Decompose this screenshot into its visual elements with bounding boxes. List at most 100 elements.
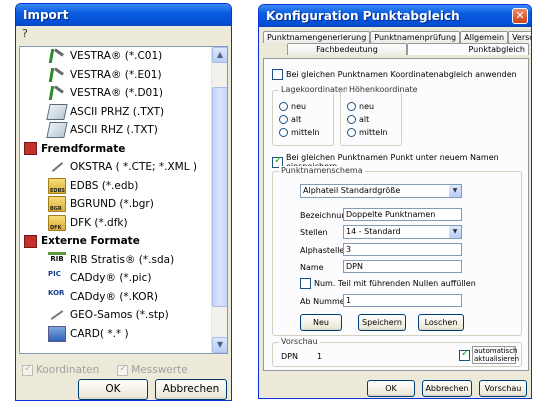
nullen-checkbox[interactable]: Num. Teil mit führenden Nullen auffüllen <box>300 278 476 289</box>
list-item-label: RIB Stratis® (*.sda) <box>70 253 175 266</box>
hoehe-alt-radio[interactable]: alt <box>347 113 388 126</box>
scroll-down-button[interactable]: ▼ <box>212 337 227 353</box>
konf-title: Konfiguration Punktabgleich ✕ <box>259 5 531 27</box>
list-item[interactable]: ASCII PRHZ (.TXT) <box>20 103 212 122</box>
list-scrollbar[interactable]: ▲ ▼ <box>211 47 227 353</box>
folder-edbs-icon <box>48 177 66 194</box>
list-group-header[interactable]: Fremdformate <box>20 140 212 159</box>
stellen-select[interactable]: 14 - Standard ▼ <box>343 225 462 239</box>
vestra-icon <box>48 48 66 64</box>
koordabgleich-label: Bei gleichen Punktnamen Koordinatenabgle… <box>286 70 517 79</box>
list-item-label: VESTRA® (*.E01) <box>70 68 162 81</box>
konf-title-text: Konfiguration Punktabgleich <box>266 9 460 23</box>
folder-dfk-icon <box>48 214 66 231</box>
hoehe-alt-label: alt <box>359 115 370 124</box>
koordabgleich-checkbox[interactable]: Bei gleichen Punktnamen Koordinatenabgle… <box>272 69 517 80</box>
konf-cancel-button[interactable]: Abbrechen <box>422 380 472 397</box>
lage-neu-radio[interactable]: neu <box>279 100 320 113</box>
vorschau-name: DPN <box>281 352 298 361</box>
list-item[interactable]: VESTRA® (*.E01) <box>20 66 212 85</box>
cancel-button[interactable]: Abbrechen <box>155 379 227 400</box>
bez-field[interactable]: Doppelte Punktnamen <box>343 208 462 221</box>
konfiguration-dialog: Konfiguration Punktabgleich ✕ Punktnamen… <box>258 4 532 399</box>
loeschen-button[interactable]: Loschen <box>418 314 464 331</box>
list-group-header[interactable]: Externe Formate <box>20 232 212 251</box>
list-item[interactable]: VESTRA® (*.D01) <box>20 84 212 103</box>
lage-alt-radio[interactable]: alt <box>279 113 320 126</box>
list-item-label: BGRUND (*.bgr) <box>70 198 154 211</box>
speichern-button[interactable]: Speichern <box>358 314 406 331</box>
list-item[interactable]: PIC CADdy® (*.pic) <box>20 269 212 288</box>
list-item-label: VESTRA® (*.C01) <box>70 50 163 63</box>
list-item[interactable]: KOR CADdy® (*.KOR) <box>20 288 212 307</box>
nullen-label: Num. Teil mit führenden Nullen auffüllen <box>314 279 476 288</box>
lage-mitteln-label: mitteln <box>291 128 320 137</box>
help-button[interactable]: ? <box>16 26 231 42</box>
ok-button[interactable]: OK <box>78 379 148 400</box>
list-item[interactable]: GEO-Samos (*.stp) <box>20 306 212 325</box>
tab-verschieben[interactable]: Verschieben <box>508 31 531 43</box>
konf-ok-button[interactable]: OK <box>367 380 415 397</box>
scroll-up-button[interactable]: ▲ <box>212 47 227 63</box>
vorschau-title: Vorschau <box>279 337 320 346</box>
format-list[interactable]: VESTRA® (*.C01) VESTRA® (*.E01) VESTRA® (*… <box>19 46 228 354</box>
neu-button[interactable]: Neu <box>300 314 342 331</box>
list-item[interactable]: OKSTRA ( *.CTE; *.XML ) <box>20 158 212 177</box>
list-item-label: ASCII PRHZ (.TXT) <box>70 105 165 118</box>
alpha-label: Alphastellen <box>300 246 350 255</box>
lage-group: Lagekoordinaten neu alt mitteln <box>272 85 351 146</box>
lage-mitteln-radio[interactable]: mitteln <box>279 126 320 139</box>
chevron-down-icon: ▼ <box>449 226 461 238</box>
hoehe-group: Höhenkoordinate neu alt mitteln <box>340 85 420 146</box>
list-item-label: VESTRA® (*.D01) <box>70 87 164 100</box>
list-item-label: CADdy® (*.KOR) <box>70 290 158 303</box>
list-item[interactable]: ASCII RHZ (.TXT) <box>20 121 212 140</box>
name-field[interactable]: DPN <box>343 260 462 273</box>
list-item-label: Externe Formate <box>41 235 140 248</box>
tab-strip: Punktnamengenerierung Punktnamenprüfung Al… <box>263 31 531 55</box>
ab-field[interactable]: 1 <box>343 294 462 307</box>
tab-fachbedeutung[interactable]: Fachbedeutung <box>287 43 407 55</box>
hoehe-neu-radio[interactable]: neu <box>347 100 388 113</box>
list-item[interactable]: DFK (*.dfk) <box>20 214 212 233</box>
konf-vorschau-button[interactable]: Vorschau <box>479 380 527 397</box>
name-label: Name <box>300 263 324 272</box>
list-item-label: CADdy® (*.pic) <box>70 272 152 285</box>
messwerte-label: Messwerte <box>131 364 188 376</box>
ab-label: Ab Nummer <box>300 297 348 306</box>
tab-punktnamenpr-fung[interactable]: Punktnamenprüfung <box>370 31 461 43</box>
koordinaten-label: Koordinaten <box>36 364 100 376</box>
close-icon[interactable]: ✕ <box>512 8 528 24</box>
card-icon <box>48 325 66 342</box>
list-item-label: OKSTRA ( *.CTE; *.XML ) <box>70 161 198 174</box>
hoehe-mitteln-radio[interactable]: mitteln <box>347 126 388 139</box>
list-item-label: CARD( *.* ) <box>70 327 129 340</box>
list-item[interactable]: RIB RIB Stratis® (*.sda) <box>20 251 212 270</box>
ascii-icon <box>46 103 68 120</box>
stellen-value: 14 - Standard <box>346 227 401 236</box>
punktabgleich-panel: Bei gleichen Punktnamen Koordinatenabgle… <box>263 58 529 371</box>
cady-pic-icon: PIC <box>48 270 61 279</box>
list-item[interactable]: BGRUND (*.bgr) <box>20 195 212 214</box>
vorschau-num: 1 <box>317 352 323 361</box>
koordinaten-checkbox[interactable]: Koordinaten <box>22 363 100 376</box>
tab-allgemein[interactable]: Allgemein <box>460 31 509 43</box>
format-group-icon <box>24 234 37 248</box>
list-item[interactable]: EDBS (*.edb) <box>20 177 212 196</box>
cady-kor-icon: KOR <box>48 288 65 297</box>
folder-bgr-icon <box>48 196 66 213</box>
list-item[interactable]: CARD( *.* ) <box>20 325 212 344</box>
hoehe-neu-label: neu <box>359 102 375 111</box>
list-item[interactable]: VESTRA® (*.C01) <box>20 47 212 66</box>
format-group-icon <box>24 142 37 156</box>
schema-group: Punktnamenschema Alphateil Standardgröße… <box>272 166 522 336</box>
auto-update-checkbox[interactable]: automatisch aktualisieren <box>459 346 519 364</box>
alpha-field[interactable]: 3 <box>343 243 462 256</box>
schema-select[interactable]: Alphateil Standardgröße ▼ <box>300 184 462 198</box>
tab-punktabgleich[interactable]: Punktabgleich <box>407 43 529 55</box>
tab-punktnamengenerierung[interactable]: Punktnamengenerierung <box>263 31 371 43</box>
scroll-thumb[interactable] <box>212 87 227 307</box>
messwerte-checkbox[interactable]: Messwerte <box>117 363 188 376</box>
vestra-icon <box>48 67 66 83</box>
list-item-label: Fremdformate <box>41 142 126 155</box>
